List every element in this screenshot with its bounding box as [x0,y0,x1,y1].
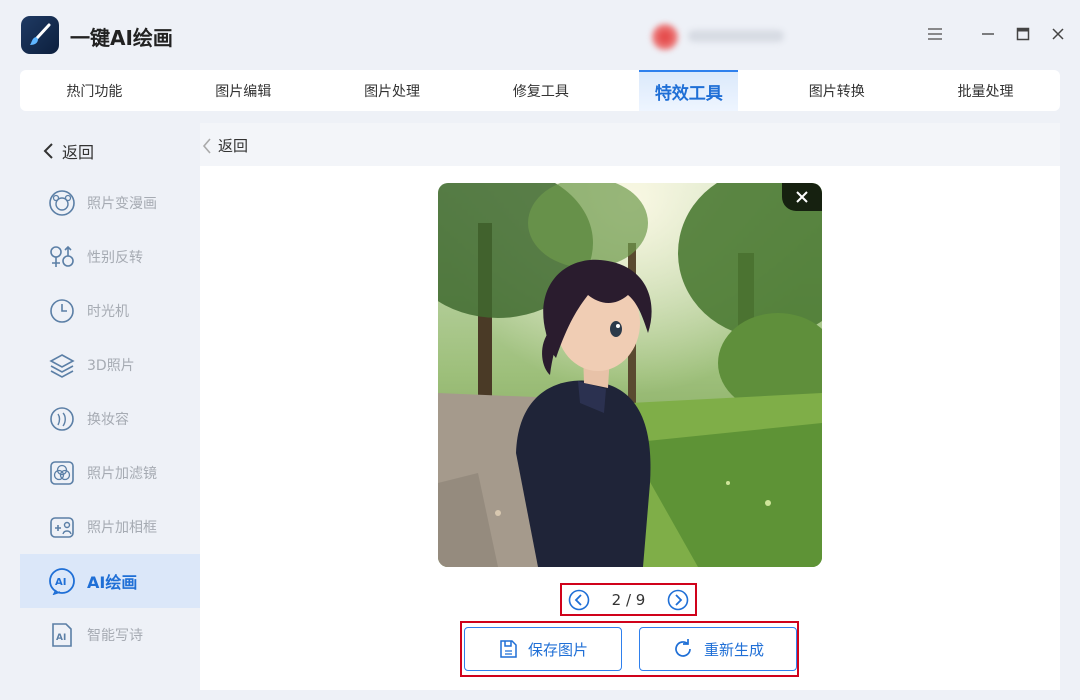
sidebar-item-poetry[interactable]: AI 智能写诗 [20,608,200,662]
sidebar-item-label: 3D照片 [87,358,135,374]
anime-boy-park-image [438,183,822,567]
user-name-blurred [688,30,784,42]
sidebar-item-ai-painting[interactable]: AI AI绘画 [20,554,200,608]
regenerate-button[interactable]: 重新生成 [639,627,797,671]
page-counter: 2 / 9 [611,590,646,609]
sidebar-item-gender-swap[interactable]: 性别反转 [20,230,200,284]
face-profile-icon [48,405,76,433]
sidebar-item-label: 照片加滤镜 [87,466,157,482]
generated-image [438,183,822,567]
sidebar: 返回 照片变漫画 性别反转 时光机 3D照片 换妆容 照片加滤镜 照片加相框 A… [20,123,200,700]
frame-icon [48,513,76,541]
main-back-button[interactable]: 返回 [202,135,248,156]
sidebar-item-label: AI绘画 [87,573,138,592]
category-tabs: 热门功能 图片编辑 图片处理 修复工具 特效工具 图片转换 批量处理 [20,70,1060,111]
main-panel: 返回 2 / 9 保存图片 重新生成 [200,123,1060,690]
bear-face-icon [48,189,76,217]
close-icon [796,191,808,203]
layers-icon [48,351,76,379]
image-pager: 2 / 9 [560,583,697,616]
sidebar-item-photo-to-comic[interactable]: 照片变漫画 [20,176,200,230]
sidebar-item-frame[interactable]: 照片加相框 [20,500,200,554]
sidebar-item-label: 时光机 [87,304,129,320]
avatar [652,24,678,50]
save-icon [500,640,517,658]
user-account[interactable] [652,22,792,50]
next-arrow-icon[interactable] [667,589,689,611]
brush-logo-icon [21,16,59,54]
sidebar-item-label: 智能写诗 [87,628,143,644]
close-window-icon[interactable] [1048,24,1068,44]
tab-image-convert[interactable]: 图片转换 [762,70,911,111]
menu-icon[interactable] [925,24,945,44]
maximize-icon[interactable] [1013,24,1033,44]
sidebar-item-label: 性别反转 [87,250,143,266]
ai-bubble-icon: AI [48,567,76,595]
filter-icon [48,459,76,487]
app-title: 一键AI绘画 [70,26,173,50]
refresh-icon [675,639,691,657]
gender-icon [48,243,76,271]
sidebar-item-3d-photo[interactable]: 3D照片 [20,338,200,392]
svg-text:AI: AI [56,633,66,643]
tab-hot[interactable]: 热门功能 [20,70,169,111]
chevron-left-icon [202,137,211,154]
back-label: 返回 [218,137,249,155]
back-label: 返回 [62,143,95,162]
close-image-button[interactable] [782,183,822,211]
sidebar-item-label: 换妆容 [87,412,129,428]
save-image-button[interactable]: 保存图片 [464,627,622,671]
sidebar-item-filter[interactable]: 照片加滤镜 [20,446,200,500]
chevron-left-icon [43,143,53,159]
main-header: 返回 [200,123,1060,166]
tab-repair-tools[interactable]: 修复工具 [466,70,615,111]
minimize-icon[interactable] [978,24,998,44]
sidebar-item-time-machine[interactable]: 时光机 [20,284,200,338]
tab-batch[interactable]: 批量处理 [911,70,1060,111]
clock-icon [48,297,76,325]
sidebar-item-label: 照片加相框 [87,520,157,536]
tab-effects-tools[interactable]: 特效工具 [639,70,739,111]
tab-image-edit[interactable]: 图片编辑 [169,70,318,111]
svg-text:AI: AI [55,577,66,588]
prev-arrow-icon[interactable] [568,589,590,611]
ai-doc-icon: AI [48,621,76,649]
sidebar-item-label: 照片变漫画 [87,196,157,212]
sidebar-item-makeup[interactable]: 换妆容 [20,392,200,446]
title-bar: 一键AI绘画 [0,0,1080,70]
tab-image-process[interactable]: 图片处理 [318,70,467,111]
sidebar-back-button[interactable]: 返回 [42,139,94,163]
save-label: 保存图片 [527,640,588,659]
action-buttons: 保存图片 重新生成 [460,621,799,677]
regenerate-label: 重新生成 [703,640,764,659]
